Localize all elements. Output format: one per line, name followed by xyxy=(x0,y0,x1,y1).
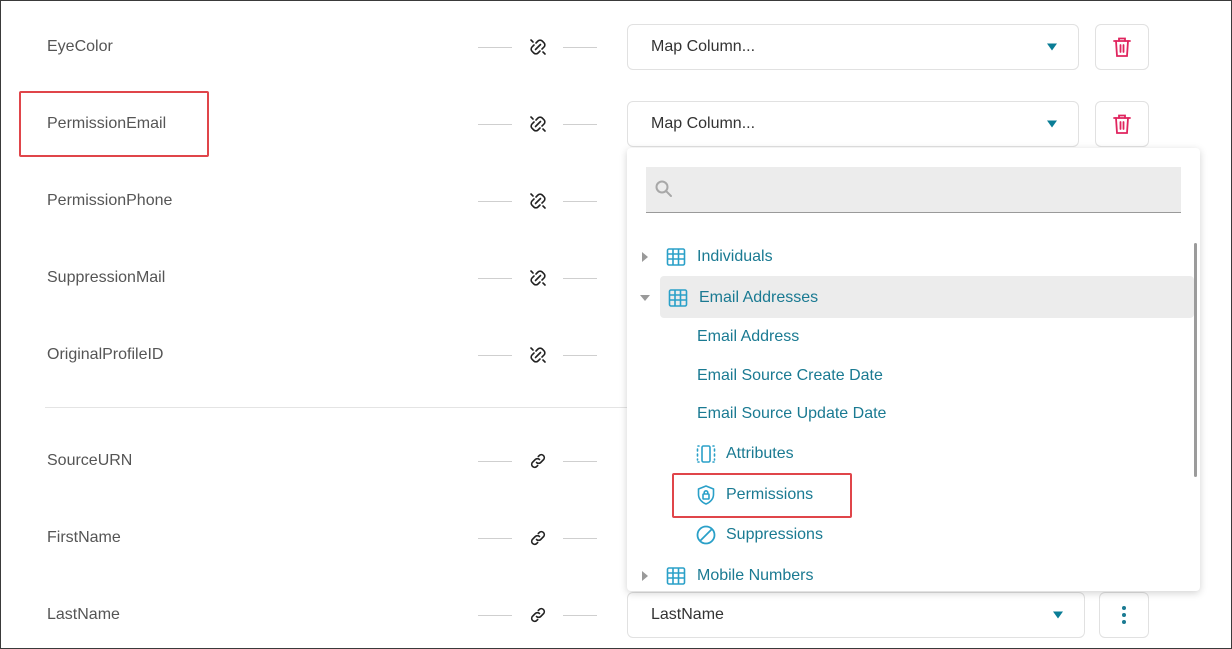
tree-item-email-source-create-date[interactable]: Email Source Create Date xyxy=(697,360,883,392)
tree-item-label: Email Address xyxy=(697,328,800,345)
expand-arrow-icon[interactable] xyxy=(642,571,648,581)
search-icon xyxy=(654,179,674,204)
connector-line xyxy=(478,124,512,125)
connector-line xyxy=(478,201,512,202)
vertical-dots-icon xyxy=(1122,606,1126,624)
tree-item-label: Email Addresses xyxy=(699,289,819,306)
tree-item-label: Email Source Create Date xyxy=(697,367,883,384)
map-column-dropdown: Individuals Email Addresses Email Addres… xyxy=(627,148,1200,591)
broken-link-icon[interactable] xyxy=(528,268,548,288)
link-icon[interactable] xyxy=(528,528,548,548)
trash-icon xyxy=(1113,37,1131,57)
connector-line xyxy=(563,201,597,202)
search-box xyxy=(646,167,1181,213)
tree-item-email-address[interactable]: Email Address xyxy=(697,321,799,353)
tree-item-attributes[interactable]: Attributes xyxy=(695,438,794,470)
attributes-icon xyxy=(695,443,717,465)
caret-down-icon xyxy=(1047,120,1057,128)
field-label: OriginalProfileID xyxy=(47,346,164,363)
tree-item-label: Email Source Update Date xyxy=(697,405,887,422)
connector-line xyxy=(563,615,597,616)
field-label: EyeColor xyxy=(47,38,113,55)
connector-line xyxy=(478,615,512,616)
delete-button[interactable] xyxy=(1095,101,1149,147)
connector-line xyxy=(478,538,512,539)
field-label: SourceURN xyxy=(47,452,133,469)
section-divider xyxy=(45,407,627,408)
mapping-row: LastName LastName xyxy=(0,585,1232,645)
tree-item-mobile-numbers[interactable]: Mobile Numbers xyxy=(640,560,813,591)
map-column-select[interactable]: Map Column... xyxy=(627,24,1079,70)
broken-link-icon[interactable] xyxy=(528,345,548,365)
broken-link-icon[interactable] xyxy=(528,191,548,211)
mapping-row: EyeColor Map Column... xyxy=(0,17,1232,77)
table-icon xyxy=(666,566,686,586)
table-icon xyxy=(666,247,686,267)
collapse-arrow-icon[interactable] xyxy=(640,295,650,301)
table-icon xyxy=(668,288,688,308)
trash-icon xyxy=(1113,114,1131,134)
block-icon xyxy=(695,524,717,546)
connector-line xyxy=(478,461,512,462)
connector-line xyxy=(563,47,597,48)
tree-item-suppressions[interactable]: Suppressions xyxy=(695,519,823,551)
connector-line xyxy=(478,47,512,48)
expand-arrow-icon[interactable] xyxy=(642,252,648,262)
connector-line xyxy=(563,278,597,279)
tree-item-email-source-update-date[interactable]: Email Source Update Date xyxy=(697,398,886,430)
field-label: SuppressionMail xyxy=(47,269,166,286)
connector-line xyxy=(563,124,597,125)
select-value: Map Column... xyxy=(651,38,756,55)
scrollbar[interactable] xyxy=(1194,243,1197,477)
tree-item-individuals[interactable]: Individuals xyxy=(640,241,773,273)
tree-item-label: Suppressions xyxy=(726,526,823,543)
more-options-button[interactable] xyxy=(1099,592,1149,638)
link-icon[interactable] xyxy=(528,451,548,471)
connector-line xyxy=(563,538,597,539)
map-column-select[interactable]: LastName xyxy=(627,592,1085,638)
field-label: LastName xyxy=(47,606,120,623)
tree-item-label: Attributes xyxy=(726,445,794,462)
caret-down-icon xyxy=(1047,43,1057,51)
link-icon[interactable] xyxy=(528,605,548,625)
highlight-box xyxy=(19,91,209,157)
connector-line xyxy=(563,355,597,356)
field-label: PermissionPhone xyxy=(47,192,173,209)
caret-down-icon xyxy=(1053,611,1063,619)
select-value: LastName xyxy=(651,606,724,623)
tree-item-email-addresses[interactable]: Email Addresses xyxy=(640,282,818,314)
select-value: Map Column... xyxy=(651,115,756,132)
connector-line xyxy=(563,461,597,462)
connector-line xyxy=(478,355,512,356)
tree-item-label: Mobile Numbers xyxy=(697,567,814,584)
field-label: FirstName xyxy=(47,529,121,546)
broken-link-icon[interactable] xyxy=(528,37,548,57)
broken-link-icon[interactable] xyxy=(528,114,548,134)
highlight-box xyxy=(672,473,852,518)
search-input[interactable] xyxy=(684,175,1168,205)
connector-line xyxy=(478,278,512,279)
map-column-select[interactable]: Map Column... xyxy=(627,101,1079,147)
delete-button[interactable] xyxy=(1095,24,1149,70)
tree-item-label: Individuals xyxy=(697,248,773,265)
